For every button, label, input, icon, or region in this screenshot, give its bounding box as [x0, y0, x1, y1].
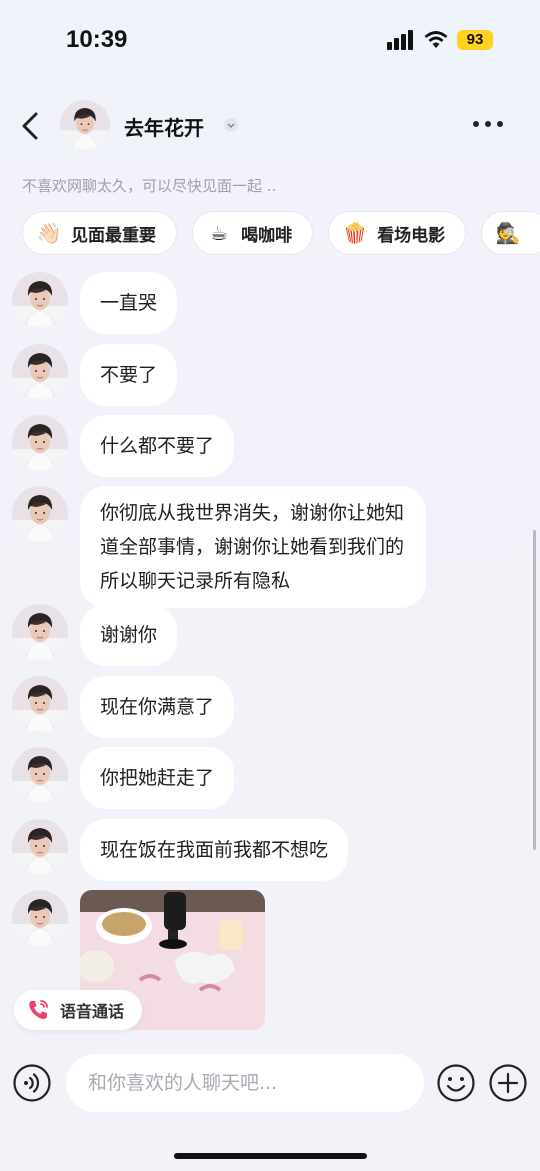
voice-call-label: 语音通话 — [60, 1002, 125, 1021]
input-bar — [0, 1052, 540, 1116]
chip-label: 喝咖啡 — [241, 225, 293, 246]
message-bubble[interactable]: 你把她赶走了 — [80, 747, 235, 809]
topic-chips: 👋🏻 见面最重要 ☕ 喝咖啡 🍿 看场电影 🕵 — [22, 211, 540, 257]
wifi-icon — [424, 31, 448, 48]
sender-avatar[interactable] — [12, 415, 68, 471]
topic-chip-coffee[interactable]: ☕ 喝咖啡 — [192, 211, 314, 255]
message-bubble[interactable]: 现在你满意了 — [80, 676, 235, 738]
message-row: 一直哭 — [12, 272, 178, 334]
message-bubble[interactable]: 你彻底从我世界消失，谢谢你让她知道全部事情，谢谢你让她看到我们的所以聊天记录所有… — [80, 486, 426, 608]
message-row: 现在饭在我面前我都不想吃 — [12, 819, 349, 881]
detective-icon: 🕵 — [495, 221, 521, 245]
battery-indicator: 93 — [457, 30, 493, 50]
more-options-icon[interactable] — [470, 114, 506, 134]
sender-avatar[interactable] — [12, 819, 68, 875]
message-bubble[interactable]: 不要了 — [80, 344, 178, 406]
message-row: 谢谢你 — [12, 604, 178, 666]
topic-chip-more[interactable]: 🕵 — [481, 211, 540, 255]
message-list[interactable]: 一直哭 不要了 什么都不要了 你彻底从我世界消失，谢谢你让她知道全部事情，谢谢你… — [0, 270, 540, 1040]
chat-header: 去年花开 — [0, 96, 540, 156]
message-bubble[interactable]: 谢谢你 — [80, 604, 178, 666]
contact-intro: 不喜欢网聊太久，可以尽快见面一起 .. — [22, 177, 277, 195]
topic-chip-movie[interactable]: 🍿 看场电影 — [328, 211, 467, 255]
status-time: 10:39 — [66, 26, 128, 53]
cellular-signal-icon — [387, 30, 413, 50]
message-row: 你彻底从我世界消失，谢谢你让她知道全部事情，谢谢你让她看到我们的所以聊天记录所有… — [12, 486, 426, 608]
phone-icon — [29, 1000, 48, 1019]
contact-name[interactable]: 去年花开 — [124, 112, 204, 141]
back-arrow-icon[interactable] — [16, 106, 46, 146]
message-bubble[interactable]: 一直哭 — [80, 272, 178, 334]
message-input[interactable] — [66, 1054, 424, 1112]
contact-avatar[interactable] — [60, 100, 110, 150]
scrollbar[interactable] — [533, 530, 536, 850]
home-indicator[interactable] — [174, 1153, 367, 1159]
chevron-down-icon[interactable] — [224, 118, 238, 132]
emoji-icon[interactable] — [437, 1064, 475, 1102]
sender-avatar[interactable] — [12, 486, 68, 542]
voice-call-button[interactable]: 语音通话 — [14, 990, 143, 1030]
sender-avatar[interactable] — [12, 890, 68, 946]
sender-avatar[interactable] — [12, 604, 68, 660]
chip-label: 见面最重要 — [71, 225, 156, 246]
topic-chip-meet[interactable]: 👋🏻 见面最重要 — [22, 211, 177, 255]
chip-label: 看场电影 — [377, 225, 446, 246]
message-row: 不要了 — [12, 344, 178, 406]
message-row: 什么都不要了 — [12, 415, 235, 477]
message-bubble[interactable]: 什么都不要了 — [80, 415, 235, 477]
message-bubble[interactable]: 现在饭在我面前我都不想吃 — [80, 819, 349, 881]
add-icon[interactable] — [489, 1064, 527, 1102]
voice-input-icon[interactable] — [13, 1064, 51, 1102]
coffee-icon: ☕ — [210, 221, 229, 245]
waving-hand-icon: 👋🏻 — [36, 221, 62, 245]
sender-avatar[interactable] — [12, 676, 68, 732]
status-bar: 10:39 93 — [0, 0, 540, 80]
sender-avatar[interactable] — [12, 747, 68, 803]
sender-avatar[interactable] — [12, 344, 68, 400]
sender-avatar[interactable] — [12, 272, 68, 328]
popcorn-icon: 🍿 — [342, 221, 368, 245]
message-row: 现在你满意了 — [12, 676, 235, 738]
message-row: 你把她赶走了 — [12, 747, 235, 809]
